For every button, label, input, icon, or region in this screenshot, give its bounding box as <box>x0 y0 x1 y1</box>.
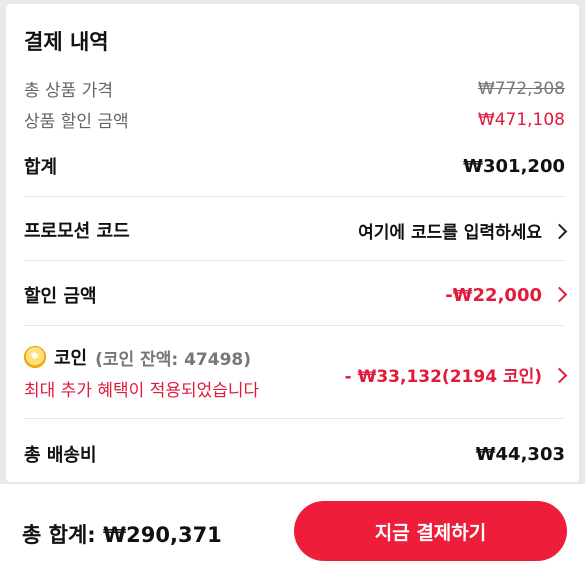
subtotal-value: ₩301,200 <box>463 155 565 177</box>
chevron-right-icon <box>551 367 568 384</box>
subtotal-row: 합계 ₩301,200 <box>24 153 565 179</box>
promo-code-placeholder: 여기에 코드를 입력하세요 <box>358 222 542 243</box>
grand-total: 총 합계: ₩290,371 <box>22 523 222 547</box>
chevron-right-icon <box>551 286 568 302</box>
section-title: 결제 내역 <box>24 30 109 54</box>
coin-row[interactable]: 코인 (코인 잔액: 47498) 최대 추가 혜택이 적용되었습니다 - ₩3… <box>24 344 568 401</box>
discount-amount-row[interactable]: 할인 금액 -₩22,000 <box>24 282 568 308</box>
payment-summary-panel: 결제 내역 총 상품 가격 ₩772,308 상품 할인 금액 ₩471,108… <box>6 4 579 482</box>
coin-info: 코인 (코인 잔액: 47498) 최대 추가 혜택이 적용되었습니다 <box>24 344 259 401</box>
total-product-price-value: ₩772,308 <box>477 78 565 99</box>
coin-discount-text: - ₩33,132(2194 코인) <box>344 367 542 387</box>
shipping-label: 총 배송비 <box>24 445 97 466</box>
subtotal-label: 합계 <box>24 157 58 178</box>
checkout-footer: 총 합계: ₩290,371 지금 결제하기 <box>0 484 585 571</box>
coin-benefit-note: 최대 추가 혜택이 적용되었습니다 <box>24 381 260 401</box>
coin-discount-value: - ₩33,132(2194 코인) <box>344 362 568 387</box>
promo-code-label: 프로모션 코드 <box>24 221 130 242</box>
chevron-right-icon <box>551 223 568 239</box>
divider <box>24 196 565 197</box>
coin-icon <box>24 346 46 368</box>
shipping-value: ₩44,303 <box>475 443 565 465</box>
total-product-price-row: 총 상품 가격 ₩772,308 <box>24 76 565 102</box>
product-discount-value: ₩471,108 <box>477 109 565 130</box>
pay-now-button[interactable]: 지금 결제하기 <box>294 501 567 561</box>
discount-amount-text: -₩22,000 <box>445 284 542 306</box>
promo-code-input[interactable]: 여기에 코드를 입력하세요 <box>358 218 568 243</box>
divider <box>24 260 565 261</box>
product-discount-label: 상품 할인 금액 <box>24 112 129 132</box>
product-discount-row: 상품 할인 금액 ₩471,108 <box>24 107 565 133</box>
divider <box>24 325 565 326</box>
coin-balance: (코인 잔액: 47498) <box>95 349 252 370</box>
divider <box>24 418 565 419</box>
discount-amount-label: 할인 금액 <box>24 286 97 307</box>
total-product-price-label: 총 상품 가격 <box>24 81 114 101</box>
promo-code-row[interactable]: 프로모션 코드 여기에 코드를 입력하세요 <box>24 217 568 243</box>
discount-amount-value: -₩22,000 <box>445 284 568 306</box>
shipping-row: 총 배송비 ₩44,303 <box>24 441 565 467</box>
coin-label: 코인 <box>54 348 88 369</box>
